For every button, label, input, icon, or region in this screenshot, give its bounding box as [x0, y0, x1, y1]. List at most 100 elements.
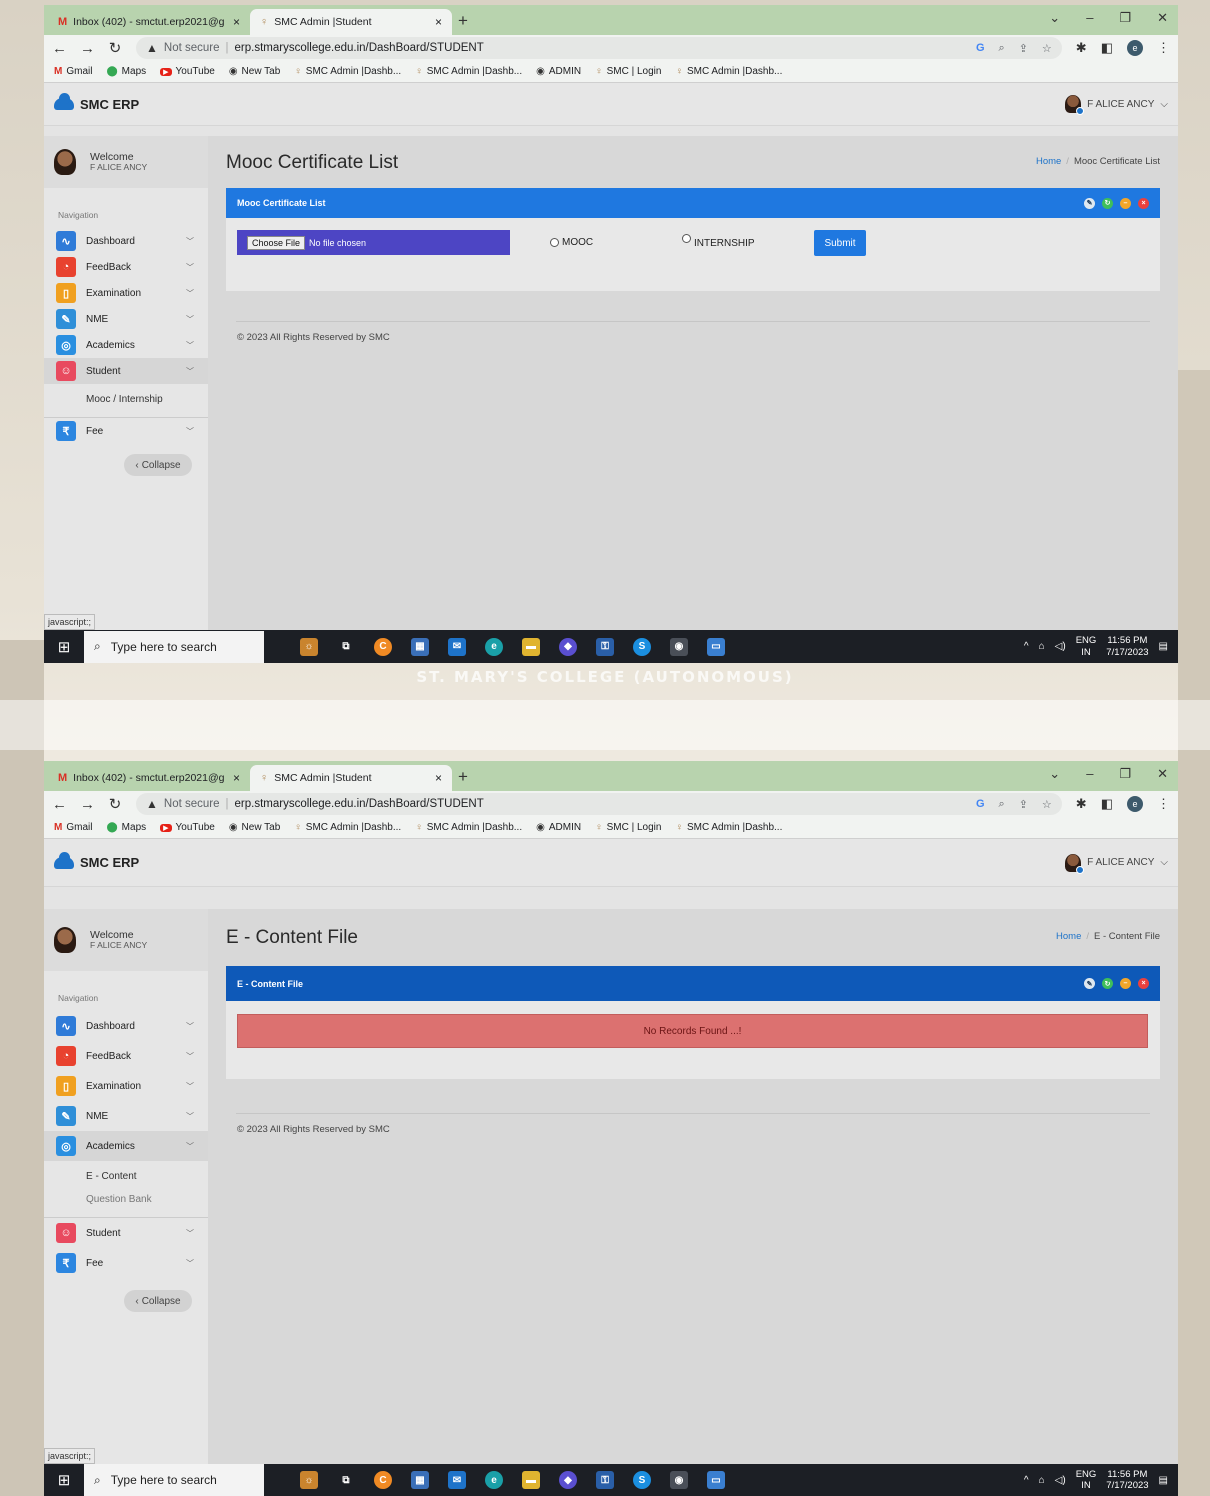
- network-icon[interactable]: ⌂: [1039, 1475, 1045, 1486]
- sidebar-item-student[interactable]: ☺ Student ﹀: [44, 358, 208, 384]
- menu-icon[interactable]: ⋮: [1157, 40, 1170, 56]
- google-icon[interactable]: G: [976, 42, 985, 54]
- sidebar-item-academics[interactable]: ◎ Academics ﹀: [44, 1131, 208, 1161]
- breadcrumb-home[interactable]: Home: [1036, 156, 1061, 167]
- bookmark-admin[interactable]: ◉ ADMIN: [536, 66, 581, 77]
- submenu-item-e-content[interactable]: E - Content: [44, 1165, 208, 1188]
- sidebar-item-dashboard[interactable]: ∿ Dashboard ﹀: [44, 1011, 208, 1041]
- app-c-icon[interactable]: C: [374, 1471, 392, 1489]
- store-icon[interactable]: ▦: [411, 637, 429, 656]
- collapse-button[interactable]: ‹ Collapse: [124, 1290, 192, 1312]
- language-indicator[interactable]: ENG IN: [1076, 635, 1097, 658]
- window-icon[interactable]: ▭: [707, 637, 725, 656]
- close-icon[interactable]: ×: [435, 15, 442, 29]
- bookmark-star-icon[interactable]: ☆: [1042, 798, 1052, 811]
- copilot-icon[interactable]: ◆: [559, 637, 577, 656]
- bookmark-smc-login[interactable]: ♀ SMC | Login: [595, 66, 661, 77]
- share-icon[interactable]: ⇪: [1019, 42, 1028, 55]
- close-icon[interactable]: ×: [233, 15, 240, 29]
- sidebar-item-feedback[interactable]: ◔ FeedBack ﹀: [44, 1041, 208, 1071]
- close-window-button[interactable]: ✕: [1157, 10, 1168, 26]
- user-menu[interactable]: F ALICE ANCY ⌵: [1065, 95, 1168, 115]
- volume-icon[interactable]: ◁): [1055, 641, 1066, 652]
- bookmark-smc-admin-3[interactable]: ♀ SMC Admin |Dashb...: [675, 822, 782, 833]
- bookmark-star-icon[interactable]: ☆: [1042, 42, 1052, 55]
- submenu-item-mooc-internship[interactable]: Mooc / Internship: [44, 388, 208, 411]
- taskbar-search-input[interactable]: ⌕ Type here to search: [84, 1464, 264, 1496]
- windows-start-icon[interactable]: ⊞: [44, 1471, 84, 1489]
- bookmark-smc-admin-2[interactable]: ♀ SMC Admin |Dashb...: [415, 822, 522, 833]
- language-indicator[interactable]: ENG IN: [1076, 1469, 1097, 1492]
- clock[interactable]: 11:56 PM 7/17/2023: [1106, 1469, 1148, 1492]
- window-icon[interactable]: ▭: [707, 1471, 725, 1489]
- chevron-up-icon[interactable]: ^: [1024, 641, 1029, 652]
- reload-icon[interactable]: ↻: [108, 795, 122, 813]
- bookmark-maps[interactable]: ⬤ Maps: [106, 66, 146, 77]
- volume-icon[interactable]: ◁): [1055, 1475, 1066, 1486]
- submenu-item-question-bank[interactable]: Question Bank: [44, 1188, 208, 1211]
- store-icon[interactable]: ▦: [411, 1471, 429, 1489]
- news-widget-icon[interactable]: ☼: [300, 637, 318, 656]
- copilot-icon[interactable]: ◆: [559, 1471, 577, 1489]
- close-icon[interactable]: ×: [1138, 197, 1149, 209]
- news-widget-icon[interactable]: ☼: [300, 1471, 318, 1489]
- address-bar[interactable]: ▲ Not secure | erp.stmaryscollege.edu.in…: [136, 793, 1062, 815]
- chrome-icon[interactable]: ◉: [670, 637, 688, 656]
- edge-icon[interactable]: e: [485, 1471, 503, 1489]
- tab-gmail[interactable]: M Inbox (402) - smctut.erp2021@g ×: [48, 9, 250, 35]
- brand-logo[interactable]: SMC ERP: [54, 93, 139, 112]
- app-c-icon[interactable]: C: [374, 637, 392, 656]
- bookmark-smc-admin-2[interactable]: ♀ SMC Admin |Dashb...: [415, 66, 522, 77]
- forward-icon[interactable]: →: [80, 796, 95, 813]
- sidebar-item-fee[interactable]: ₹ Fee ﹀: [44, 1248, 208, 1278]
- wrench-icon[interactable]: ✎: [1084, 978, 1095, 989]
- bookmark-smc-login[interactable]: ♀ SMC | Login: [595, 822, 661, 833]
- sidebar-item-examination[interactable]: ▯ Examination ﹀: [44, 280, 208, 306]
- minimize-button[interactable]: –: [1086, 10, 1093, 26]
- mail-icon[interactable]: ✉: [448, 1471, 466, 1489]
- file-explorer-icon[interactable]: ▬: [522, 637, 540, 656]
- network-icon[interactable]: ⌂: [1039, 641, 1045, 652]
- chevron-up-icon[interactable]: ^: [1024, 1475, 1029, 1486]
- bookmark-smc-admin-1[interactable]: ♀ SMC Admin |Dashb...: [294, 66, 401, 77]
- bookmark-smc-admin-3[interactable]: ♀ SMC Admin |Dashb...: [675, 66, 782, 77]
- collapse-button[interactable]: ‹ Collapse: [124, 454, 192, 476]
- bookmark-gmail[interactable]: M Gmail: [54, 66, 92, 77]
- wrench-icon[interactable]: ✎: [1084, 197, 1095, 209]
- extensions-icon[interactable]: ✱: [1076, 796, 1087, 812]
- bookmark-maps[interactable]: ⬤ Maps: [106, 822, 146, 833]
- zoom-icon[interactable]: ⌕: [999, 798, 1005, 811]
- profile-icon[interactable]: e: [1127, 40, 1143, 56]
- close-icon[interactable]: ×: [435, 771, 442, 785]
- choose-file-button[interactable]: Choose File: [247, 235, 306, 250]
- bookmark-smc-admin-1[interactable]: ♀ SMC Admin |Dashb...: [294, 822, 401, 833]
- bookmark-gmail[interactable]: M Gmail: [54, 822, 92, 833]
- radio-internship[interactable]: INTERNSHIP: [682, 234, 755, 249]
- side-panel-icon[interactable]: ◧: [1101, 40, 1113, 56]
- new-tab-button[interactable]: +: [458, 11, 468, 31]
- skype-icon[interactable]: S: [633, 1471, 651, 1489]
- refresh-icon[interactable]: ↻: [1102, 197, 1113, 209]
- tab-smc-student[interactable]: ♀ SMC Admin |Student ×: [250, 765, 452, 791]
- sidebar-item-examination[interactable]: ▯ Examination ﹀: [44, 1071, 208, 1101]
- brand-logo[interactable]: SMC ERP: [54, 851, 139, 870]
- skype-icon[interactable]: S: [633, 637, 651, 656]
- breadcrumb-home[interactable]: Home: [1056, 931, 1081, 942]
- chrome-icon[interactable]: ◉: [670, 1471, 688, 1489]
- minimize-button[interactable]: –: [1086, 766, 1093, 782]
- sidebar-item-fee[interactable]: ₹ Fee ﹀: [44, 418, 208, 444]
- close-icon[interactable]: ×: [1138, 978, 1149, 989]
- address-bar[interactable]: ▲ Not secure | erp.stmaryscollege.edu.in…: [136, 37, 1062, 59]
- radio-mooc[interactable]: MOOC: [550, 237, 593, 248]
- reload-icon[interactable]: ↻: [108, 39, 122, 57]
- bookmark-youtube[interactable]: ▶ YouTube: [160, 822, 215, 833]
- file-input[interactable]: Choose File No file chosen: [237, 230, 510, 255]
- tab-search-icon[interactable]: ⌄: [1049, 10, 1060, 26]
- forward-icon[interactable]: →: [80, 40, 95, 57]
- windows-start-icon[interactable]: ⊞: [44, 638, 84, 656]
- key-icon[interactable]: ⚿: [596, 637, 614, 656]
- key-icon[interactable]: ⚿: [596, 1471, 614, 1489]
- extensions-icon[interactable]: ✱: [1076, 40, 1087, 56]
- bookmark-admin[interactable]: ◉ ADMIN: [536, 822, 581, 833]
- submit-button[interactable]: Submit: [814, 230, 866, 256]
